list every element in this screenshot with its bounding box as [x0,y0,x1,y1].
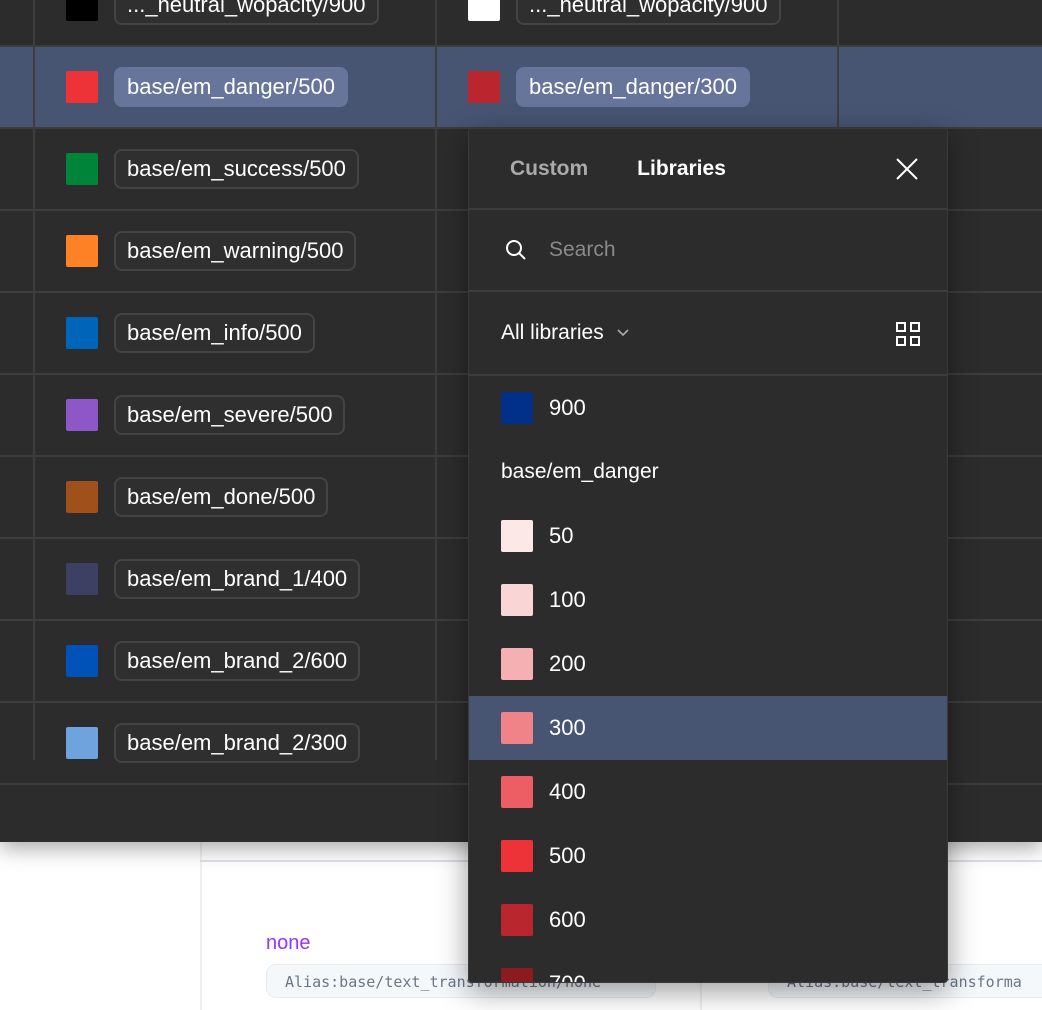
color-swatch [501,520,533,552]
color-cell[interactable]: ..._neutral_wopacity/900 [468,0,781,45]
color-swatch [66,481,98,513]
color-swatch [468,71,500,103]
variable-pill[interactable]: base/em_warning/500 [114,231,357,271]
close-icon[interactable] [895,157,919,187]
color-cell[interactable]: base/em_info/500 [66,293,315,373]
color-option[interactable]: 300 [469,696,947,760]
color-option[interactable]: 500 [469,824,947,888]
color-cell[interactable]: base/em_warning/500 [66,211,357,291]
color-option[interactable]: 700 [469,952,947,982]
color-picker-popup: Custom Libraries Search All libraries 90… [468,128,948,983]
color-swatch [66,563,98,595]
color-swatch [501,776,533,808]
color-swatch [501,392,533,424]
variable-pill[interactable]: base/em_danger/300 [516,67,750,107]
group-heading: base/em_danger [501,460,659,483]
color-option[interactable]: 100 [469,568,947,632]
color-cell[interactable]: ..._neutral_wopacity/900 [66,0,379,45]
color-option[interactable]: 400 [469,760,947,824]
color-swatch [66,71,98,103]
color-swatch [501,648,533,680]
color-swatch [66,153,98,185]
variable-pill[interactable]: ..._neutral_wopacity/900 [516,0,781,25]
color-swatch [66,0,98,21]
color-cell[interactable]: base/em_brand_2/300 [66,703,361,783]
variable-pill[interactable]: base/em_success/500 [114,149,359,189]
variable-pill[interactable]: base/em_done/500 [114,477,329,517]
color-cell[interactable]: base/em_brand_1/400 [66,539,361,619]
variable-pill[interactable]: base/em_brand_2/300 [114,723,361,763]
grid-view-icon[interactable] [896,322,920,346]
color-option[interactable]: 50 [469,504,947,568]
color-cell[interactable]: base/em_success/500 [66,129,359,209]
variable-pill[interactable]: base/em_brand_1/400 [114,559,361,599]
popup-header: Custom Libraries [469,129,947,210]
color-swatch [66,727,98,759]
chevron-down-icon [616,328,630,338]
column-divider [435,0,437,760]
color-swatch [501,840,533,872]
color-cell[interactable]: base/em_brand_2/600 [66,621,361,701]
color-option[interactable]: 200 [469,632,947,696]
color-swatch [501,712,533,744]
variable-pill[interactable]: ..._neutral_wopacity/900 [114,0,379,25]
variable-pill[interactable]: base/em_severe/500 [114,395,346,435]
tab-custom[interactable]: Custom [510,157,588,181]
table-row[interactable]: base/em_danger/500 base/em_danger/300 [0,47,1042,129]
color-swatch [501,968,533,982]
color-swatch [501,584,533,616]
color-option[interactable]: 900 [469,376,947,440]
variable-pill[interactable]: base/em_danger/500 [114,67,348,107]
color-swatch [468,0,500,21]
color-cell[interactable]: base/em_severe/500 [66,375,346,455]
tab-libraries[interactable]: Libraries [637,157,726,181]
color-swatch [66,645,98,677]
color-cell[interactable]: base/em_danger/300 [468,47,750,127]
color-swatch [66,399,98,431]
variable-pill[interactable]: base/em_brand_2/600 [114,641,361,681]
table-row[interactable]: ..._neutral_wopacity/900 ..._neutral_wopa… [0,0,1042,47]
library-select[interactable]: All libraries [469,292,947,376]
color-cell[interactable]: base/em_danger/500 [66,47,348,127]
search-input[interactable]: Search [469,210,947,292]
color-cell[interactable]: base/em_done/500 [66,457,329,537]
value-text: none [266,932,311,954]
color-swatch [66,235,98,267]
column-divider [33,0,35,760]
color-swatch [501,904,533,936]
search-icon [505,239,527,261]
color-option[interactable]: 600 [469,888,947,952]
color-swatch [66,317,98,349]
variable-pill[interactable]: base/em_info/500 [114,313,315,353]
